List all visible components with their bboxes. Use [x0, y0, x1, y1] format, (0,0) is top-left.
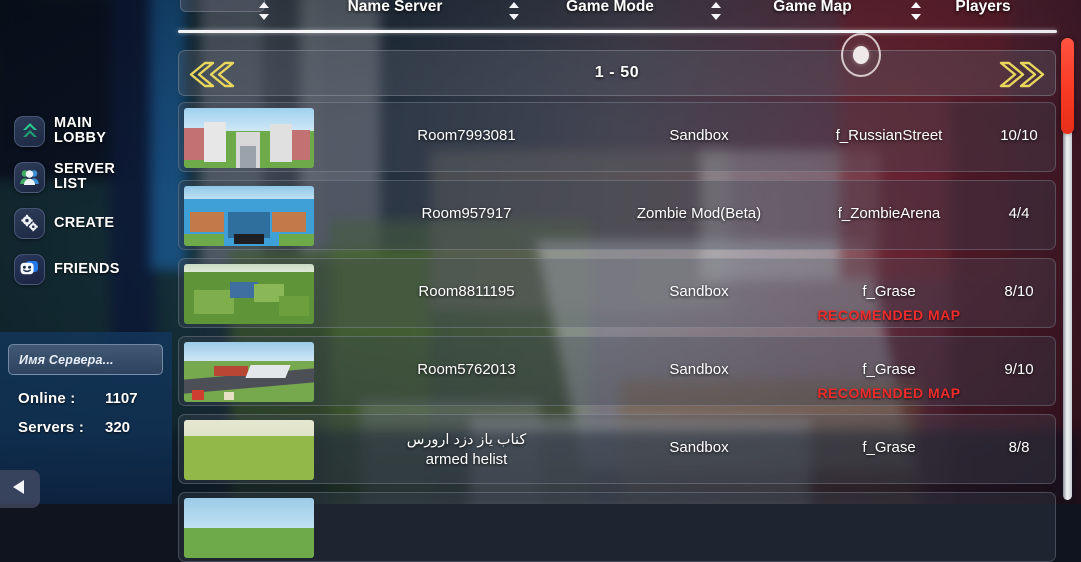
scrollbar-thumb[interactable]: [1061, 38, 1074, 134]
sidebar-item-label: FRIENDS: [54, 260, 120, 277]
sidebar-item-server-list[interactable]: SERVER LIST: [14, 154, 174, 200]
sidebar: MAIN LOBBY SERVER LIST CREATE FRIENDS Им…: [0, 0, 174, 508]
cell-game-map: f_ZombieArena: [837, 205, 941, 222]
pagination-bar: 1 - 50: [178, 50, 1056, 96]
sidebar-item-label: MAIN LOBBY: [54, 115, 107, 146]
column-header-players: Players: [955, 0, 1011, 15]
cell-name-server: كناب ياز دزد ارورس armed helist: [329, 430, 604, 469]
table-row[interactable]: Room8811195 Sandbox f_Grase 8/10 RECOMEN…: [178, 258, 1056, 328]
cell-game-map: f_RussianStreet: [835, 127, 943, 144]
island-arena-thumbnail: [184, 186, 314, 246]
cell-name-server: Room8811195: [418, 283, 515, 300]
cell-game-mode: Sandbox: [669, 127, 729, 144]
stat-servers: Servers : 320: [0, 419, 165, 436]
back-arrow-icon: [10, 477, 30, 502]
cell-name-latin: armed helist: [425, 451, 508, 468]
double-chevron-right-icon[interactable]: [989, 61, 1045, 88]
cell-game-mode: Zombie Mod(Beta): [636, 205, 762, 222]
double-chevron-up-icon: [14, 115, 45, 147]
cell-players: 4/4: [1008, 205, 1030, 222]
cell-game-mode: Sandbox: [669, 361, 729, 378]
sort-arrows-icon-2[interactable]: [710, 1, 722, 21]
cell-game-map: f_Grase: [862, 283, 916, 300]
cell-game-map: f_Grase: [862, 361, 916, 378]
airport-runway-thumbnail: [184, 342, 314, 402]
sidebar-item-label: CREATE: [54, 214, 115, 231]
cell-name-server: Room5762013: [417, 361, 516, 378]
cell-players: 10/10: [1000, 127, 1038, 144]
recommended-map-badge: RECOMENDED MAP: [817, 307, 961, 323]
forest-thumbnail: [184, 264, 314, 324]
chat-face-icon: [14, 253, 45, 285]
stat-online-value: 1107: [105, 390, 138, 407]
cell-game-mode: Sandbox: [669, 439, 729, 456]
stat-online-label: Online :: [18, 390, 76, 407]
stat-servers-label: Servers :: [18, 419, 85, 436]
sort-arrows-icon-0[interactable]: [258, 1, 270, 21]
cell-game-map: f_Grase: [862, 439, 916, 456]
back-button[interactable]: [0, 470, 40, 508]
gears-icon: [14, 207, 45, 239]
pagination-range-label: 1 - 50: [594, 64, 640, 81]
column-header-game-mode[interactable]: Game Mode: [525, 0, 695, 16]
cell-name-arabic: كناب ياز دزد ارورس: [406, 432, 527, 448]
table-column-headers: Name Server Game Mode Game Map Players: [160, 0, 1081, 26]
sidebar-nav: MAIN LOBBY SERVER LIST CREATE FRIENDS: [14, 108, 174, 292]
sidebar-item-create[interactable]: CREATE: [14, 200, 174, 246]
cell-players: 9/10: [1004, 361, 1034, 378]
cell-players: 8/8: [1008, 439, 1030, 456]
cell-players: 8/10: [1004, 283, 1034, 300]
cell-name-server: Room7993081: [417, 127, 516, 144]
stat-servers-value: 320: [105, 419, 131, 436]
search-placeholder: Имя Сервера...: [19, 352, 114, 367]
partial-thumbnail: [184, 498, 314, 558]
column-header-name-server[interactable]: Name Server: [300, 0, 490, 16]
sort-arrows-icon-1[interactable]: [508, 1, 520, 21]
sidebar-item-label: SERVER LIST: [54, 161, 116, 192]
green-field-thumbnail: [184, 420, 314, 480]
header-divider: [178, 30, 1057, 33]
touch-pointer-indicator: [841, 33, 881, 77]
users-group-icon: [14, 161, 45, 193]
sidebar-item-main-lobby[interactable]: MAIN LOBBY: [14, 108, 174, 154]
sidebar-item-friends[interactable]: FRIENDS: [14, 246, 174, 292]
table-row[interactable]: Room7993081 Sandbox f_RussianStreet 10/1…: [178, 102, 1056, 172]
table-row-partial[interactable]: [178, 492, 1056, 562]
table-row[interactable]: كناب ياز دزد ارورس armed helist Sandbox …: [178, 414, 1056, 484]
double-chevron-left-icon[interactable]: [189, 61, 245, 88]
search-input[interactable]: Имя Сервера...: [8, 344, 163, 375]
column-header-game-map[interactable]: Game Map: [730, 0, 895, 16]
table-row[interactable]: Room957917 Zombie Mod(Beta) f_ZombieAren…: [178, 180, 1056, 250]
stat-online: Online : 1107: [0, 390, 165, 407]
table-row[interactable]: Room5762013 Sandbox f_Grase 9/10 RECOMEN…: [178, 336, 1056, 406]
city-street-thumbnail: [184, 108, 314, 168]
recommended-map-badge: RECOMENDED MAP: [817, 385, 961, 401]
cell-game-mode: Sandbox: [669, 283, 729, 300]
sort-arrows-icon-3[interactable]: [910, 1, 922, 21]
cell-name-server: Room957917: [421, 205, 512, 222]
